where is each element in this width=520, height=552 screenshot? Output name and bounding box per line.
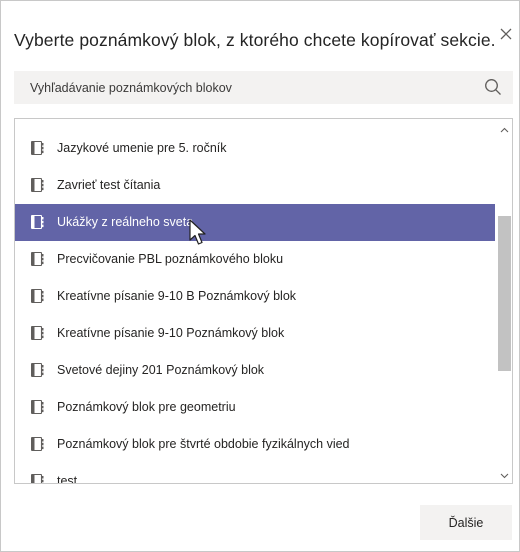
notebook-icon (30, 288, 44, 304)
notebook-list-item[interactable]: Jazykové umenie pre 5. ročník (15, 130, 495, 167)
notebook-list-item[interactable]: Ukážky z reálneho sveta (15, 204, 495, 241)
notebook-icon (30, 436, 44, 452)
notebook-label: Poznámkový blok pre geometriu (57, 400, 236, 414)
notebook-list-item[interactable]: Svetové dejiny 201 Poznámkový blok (15, 352, 495, 389)
notebook-label: Ukážky z reálneho sveta (57, 215, 194, 229)
notebook-label: Zavrieť test čítania (57, 178, 161, 192)
notebook-icon (30, 473, 44, 483)
notebook-list-item[interactable]: Kreatívne písanie 9-10 B Poznámkový blok (15, 278, 495, 315)
notebook-list: Jazykové umenie pre 5. ročník Zavrieť te… (14, 118, 513, 484)
search-box (14, 71, 513, 104)
scroll-thumb[interactable] (498, 216, 511, 371)
notebook-label: Jazykové umenie pre 5. ročník (57, 141, 227, 155)
notebook-list-item[interactable]: Poznámkový blok pre geometriu (15, 389, 495, 426)
notebook-label: Kreatívne písanie 9-10 B Poznámkový blok (57, 289, 297, 303)
notebook-list-items: Jazykové umenie pre 5. ročník Zavrieť te… (15, 130, 495, 484)
dialog-title: Vyberte poznámkový blok, z ktorého chcet… (14, 30, 496, 50)
notebook-icon (30, 325, 44, 341)
notebook-icon (30, 140, 44, 156)
notebook-label: Precvičovanie PBL poznámkového bloku (57, 252, 284, 266)
notebook-icon (30, 362, 44, 378)
notebook-label: Svetové dejiny 201 Poznámkový blok (57, 363, 265, 377)
notebook-list-item[interactable]: Poznámkový blok pre štvrté obdobie fyzik… (15, 426, 495, 463)
notebook-icon (30, 177, 44, 193)
scroll-down-icon[interactable] (499, 468, 510, 479)
notebook-label: Kreatívne písanie 9-10 Poznámkový blok (57, 326, 285, 340)
notebook-list-item[interactable]: test (15, 463, 495, 484)
notebook-list-item[interactable]: Precvičovanie PBL poznámkového bloku (15, 241, 495, 278)
notebook-icon (30, 214, 44, 230)
notebook-icon (30, 251, 44, 267)
copy-section-dialog: Vyberte poznámkový blok, z ktorého chcet… (0, 0, 520, 552)
notebook-list-item[interactable]: Zavrieť test čítania (15, 167, 495, 204)
search-icon[interactable] (484, 78, 502, 96)
scroll-up-icon[interactable] (499, 123, 510, 134)
next-button[interactable]: Ďalšie (420, 505, 512, 540)
notebook-icon (30, 399, 44, 415)
notebook-list-item[interactable]: Kreatívne písanie 9-10 Poznámkový blok (15, 315, 495, 352)
scrollbar[interactable] (496, 119, 512, 483)
notebook-label: Poznámkový blok pre štvrté obdobie fyzik… (57, 437, 350, 451)
close-icon[interactable] (497, 25, 515, 43)
search-input[interactable] (14, 71, 474, 104)
notebook-label: test (57, 474, 78, 484)
